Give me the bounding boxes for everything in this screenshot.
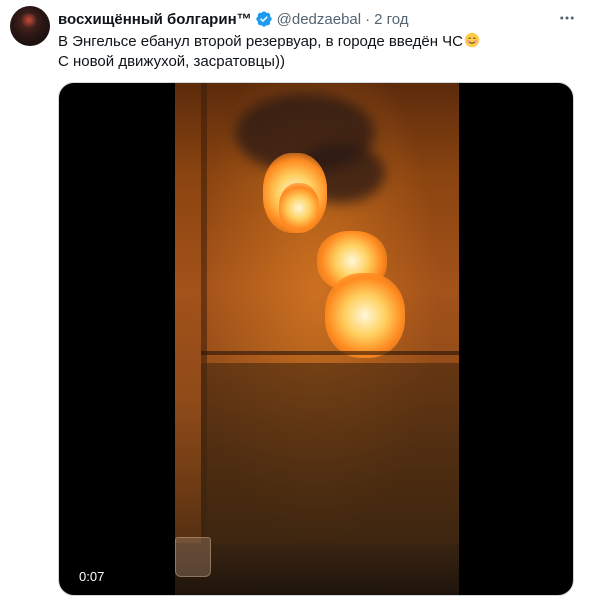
tweet-text: В Энгельсе ебанул второй резервуар, в го… [58, 32, 578, 72]
avatar-image [20, 13, 38, 27]
cup-on-windowsill [175, 537, 211, 577]
author-handle[interactable]: @dedzaebal [277, 11, 361, 28]
smiling-face-emoji-icon [464, 32, 480, 48]
tweet[interactable]: восхищённый болгарин™ @dedzaebal · 2 год… [0, 0, 593, 606]
tweet-text-line-1: В Энгельсе ебанул второй резервуар, в го… [58, 32, 578, 52]
more-options-icon[interactable] [552, 6, 582, 30]
video-player[interactable]: 0:07 [58, 82, 574, 596]
video-timestamp: 0:07 [73, 567, 111, 587]
video-frame [175, 83, 459, 595]
avatar[interactable] [10, 6, 50, 46]
tweet-time[interactable]: 2 год [374, 11, 408, 28]
tweet-header: восхищённый болгарин™ @dedzaebal · 2 год [58, 9, 409, 29]
tweet-text-line-2: С новой движухой, засратовцы)) [58, 53, 285, 70]
author-name[interactable]: восхищённый болгарин™ [58, 11, 252, 28]
verified-badge-icon [255, 11, 272, 27]
separator-dot: · [365, 10, 371, 28]
